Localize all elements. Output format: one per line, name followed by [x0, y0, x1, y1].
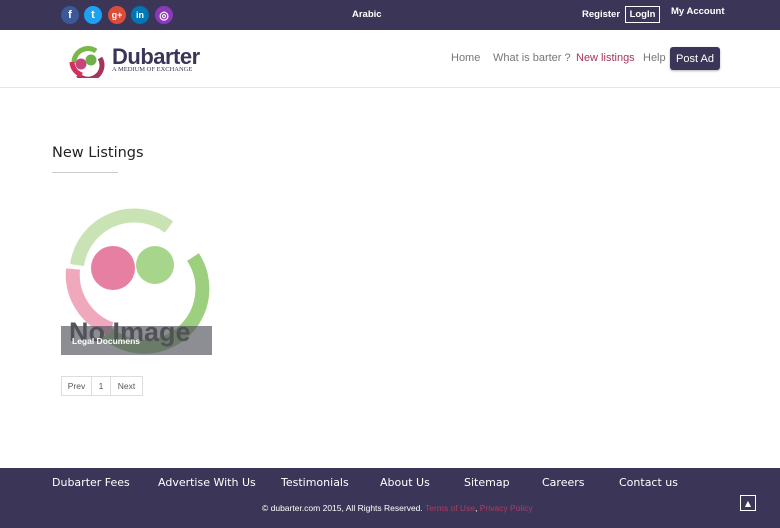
footer-link-fees[interactable]: Dubarter Fees [52, 476, 130, 489]
site-footer: Dubarter Fees Advertise With Us Testimon… [0, 468, 780, 528]
privacy-link[interactable]: Privacy Policy [480, 503, 533, 513]
logo-tagline: A MEDIUM OF EXCHANGE [112, 66, 193, 73]
footer-link-sitemap[interactable]: Sitemap [464, 476, 510, 489]
my-account-link[interactable]: My Account [671, 6, 724, 17]
footer-link-advertise[interactable]: Advertise With Us [158, 476, 256, 489]
logo-mark-icon [69, 46, 105, 82]
footer-link-about[interactable]: About Us [380, 476, 430, 489]
nav-help[interactable]: Help [643, 52, 666, 64]
login-button[interactable]: LogIn [625, 6, 660, 23]
footer-link-careers[interactable]: Careers [542, 476, 585, 489]
facebook-icon[interactable]: f [61, 6, 79, 24]
nav-home[interactable]: Home [451, 52, 480, 64]
instagram-icon[interactable]: ◎ [155, 6, 173, 24]
nav-new-listings[interactable]: New listings [576, 52, 635, 64]
twitter-icon[interactable]: t [84, 6, 102, 24]
post-ad-button[interactable]: Post Ad [670, 47, 720, 70]
pagination-page-1[interactable]: 1 [92, 377, 111, 395]
register-link[interactable]: Register [582, 9, 620, 20]
footer-link-testimonials[interactable]: Testimonials [281, 476, 349, 489]
pagination-prev[interactable]: Prev [62, 377, 92, 395]
google-plus-icon[interactable]: g+ [108, 6, 126, 24]
pagination-next[interactable]: Next [111, 377, 142, 395]
terms-link[interactable]: Terms of Use [425, 503, 475, 513]
listing-title[interactable]: Legal Documens [72, 336, 140, 346]
copyright-line: © dubarter.com 2015, All Rights Reserved… [262, 503, 533, 513]
back-to-top-button[interactable]: ▲ [740, 495, 756, 511]
footer-link-contact[interactable]: Contact us [619, 476, 678, 489]
chevron-up-icon: ▲ [744, 498, 752, 508]
listing-card[interactable]: No Image Legal Documens [61, 205, 212, 355]
title-underline [52, 172, 118, 173]
copyright-text: © dubarter.com 2015, All Rights Reserved… [262, 503, 423, 513]
nav-what-is-barter[interactable]: What is barter ? [493, 52, 571, 64]
dubarter-logo[interactable]: Dubarter A MEDIUM OF EXCHANGE [66, 44, 206, 82]
pagination: Prev 1 Next [61, 376, 143, 396]
language-arabic-link[interactable]: Arabic [352, 9, 382, 20]
main-header: Dubarter A MEDIUM OF EXCHANGE Home What … [0, 30, 780, 88]
top-bar: f t g+ in ◎ Arabic Register LogIn My Acc… [0, 0, 780, 30]
page-title: New Listings [52, 145, 144, 161]
linkedin-icon[interactable]: in [131, 6, 149, 24]
